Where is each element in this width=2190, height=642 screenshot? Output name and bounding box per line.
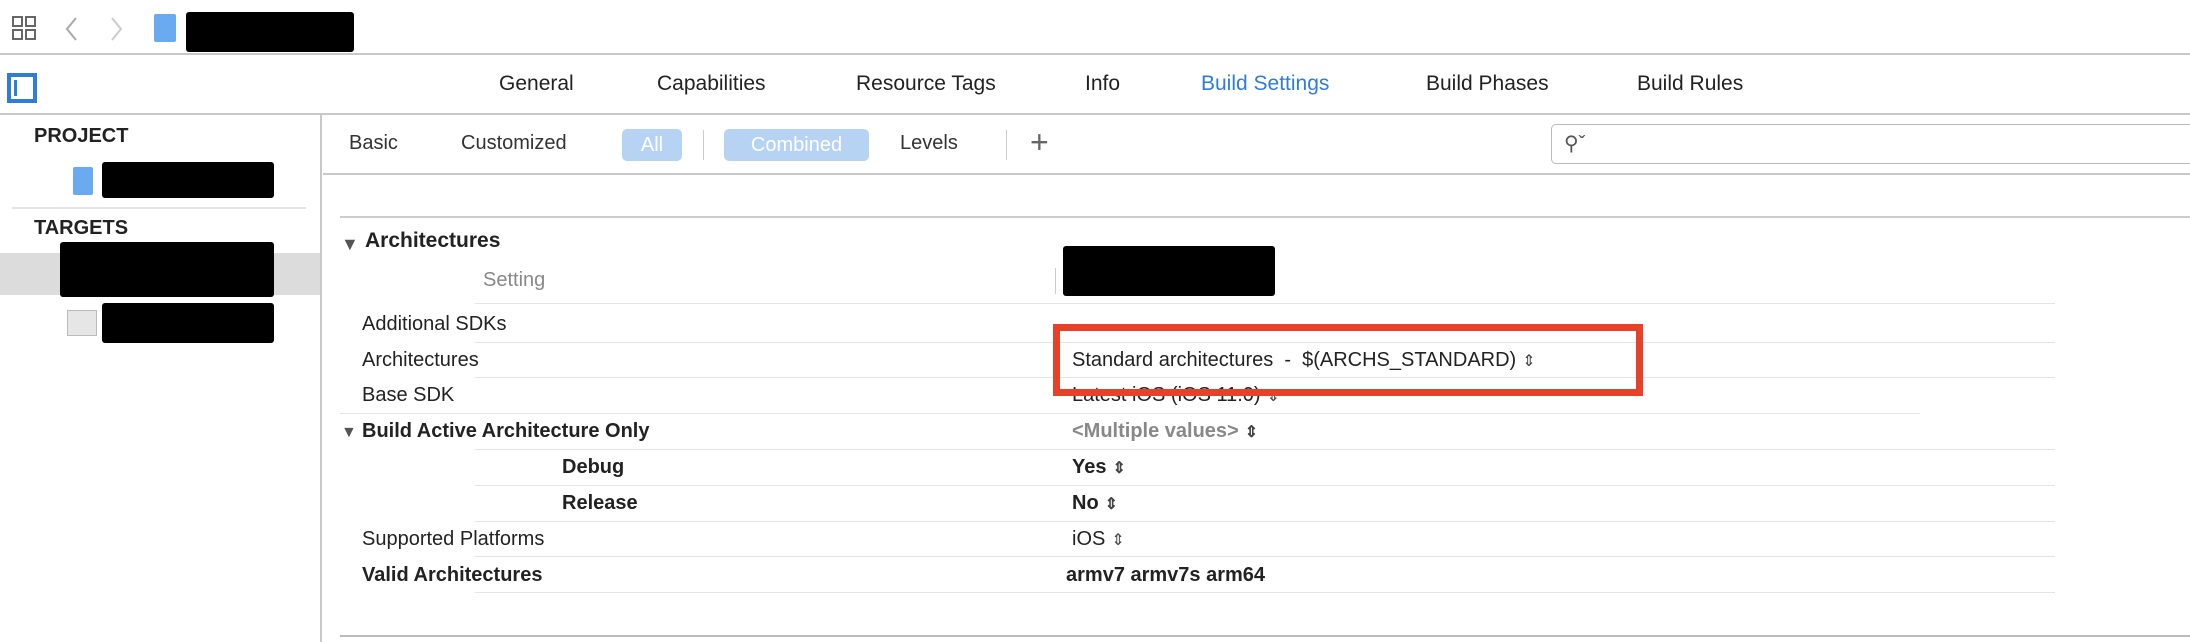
tab-build-settings[interactable]: Build Settings [1201,72,1329,96]
redacted-target-name-2[interactable] [102,303,274,343]
row-label-architectures: Architectures [362,349,479,371]
row-label-build-active-arch: Build Active Architecture Only [362,420,650,442]
release-value[interactable]: No ⇕ [1072,492,1118,515]
filter-combined[interactable]: Combined [724,129,869,161]
stepper-icon: ⇕ [1104,496,1119,513]
tab-resource-tags[interactable]: Resource Tags [856,72,996,96]
forward-chevron-icon[interactable] [110,16,124,48]
app-file-icon [154,14,176,42]
debug-value[interactable]: Yes ⇕ [1072,456,1126,479]
collapse-triangle-icon[interactable]: ▼ [341,424,357,442]
row-label-supported-platforms: Supported Platforms [362,528,545,550]
stepper-icon: ⇕ [1244,424,1259,441]
sidebar-toggle-icon[interactable] [7,73,37,103]
project-icon [73,167,93,195]
section-title: Architectures [365,229,501,252]
add-setting-button[interactable]: + [1030,124,1049,161]
tab-general[interactable]: General [499,72,574,96]
highlight-annotation-box [1053,324,1643,396]
valid-architectures-value[interactable]: armv7 armv7s arm64 [1066,564,1265,587]
redacted-target-column-header [1063,246,1275,296]
redacted-project-name[interactable] [102,162,274,198]
supported-platforms-value[interactable]: iOS ⇕ [1072,528,1125,551]
search-input[interactable] [1596,131,2176,157]
redacted-target-name [60,242,274,297]
row-label-additional-sdks: Additional SDKs [362,313,507,335]
row-label-base-sdk: Base SDK [362,384,455,406]
filter-levels[interactable]: Levels [900,132,958,155]
redacted-file-name [186,12,354,52]
tab-capabilities[interactable]: Capabilities [657,72,766,96]
filter-all[interactable]: All [622,129,682,161]
filter-customized[interactable]: Customized [461,132,567,155]
project-header: PROJECT [34,125,129,147]
stepper-icon: ⇕ [1112,460,1126,477]
search-icon: ⚲ˇ [1564,133,1586,155]
filter-basic[interactable]: Basic [349,132,398,155]
extension-icon [67,310,97,336]
row-label-valid-architectures: Valid Architectures [362,564,543,586]
search-field[interactable]: ⚲ˇ [1551,124,2190,164]
tab-info[interactable]: Info [1085,72,1120,96]
stepper-icon: ⇕ [1111,532,1125,549]
tab-build-rules[interactable]: Build Rules [1637,72,1743,96]
sidebar: PROJECT TARGETS [0,115,322,642]
collapse-triangle-icon[interactable]: ▼ [341,234,359,255]
build-active-arch-value[interactable]: <Multiple values> ⇕ [1072,420,1258,443]
grid-icon[interactable] [12,16,38,42]
row-label-debug: Debug [562,456,625,478]
targets-header: TARGETS [34,217,129,239]
row-label-release: Release [562,492,638,514]
back-chevron-icon[interactable] [64,16,78,48]
tab-build-phases[interactable]: Build Phases [1426,72,1549,96]
setting-column-header: Setting [483,269,546,291]
